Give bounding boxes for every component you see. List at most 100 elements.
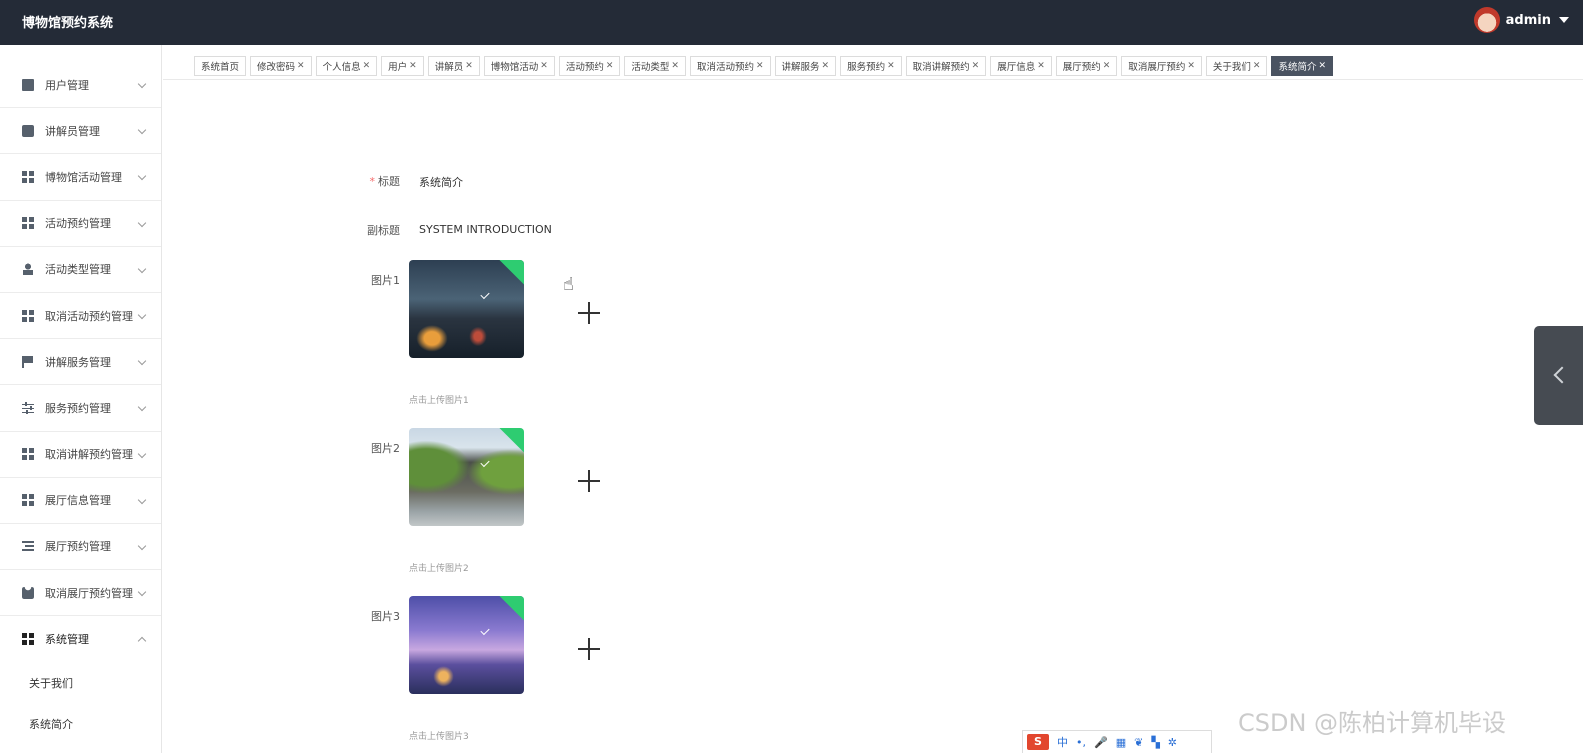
ime-toolbar[interactable]: S 中 •, 🎤 ▦ ❦ ▚ ✲ xyxy=(1022,730,1212,753)
picture3-upload-plus-button[interactable] xyxy=(578,638,600,660)
close-icon[interactable]: ✕ xyxy=(540,61,548,71)
tab-label: 取消展厅预约 xyxy=(1128,62,1186,73)
close-icon[interactable]: ✕ xyxy=(297,61,305,71)
tab-guide-service[interactable]: 讲解服务 ✕ xyxy=(774,56,837,76)
close-icon[interactable]: ✕ xyxy=(1253,61,1261,71)
system-intro-form: * 标题 系统简介 副标题 SYSTEM INTRODUCTION 图片1 点击上… xyxy=(163,80,1533,753)
clipboard-icon xyxy=(22,78,34,91)
sidebar-item-label: 活动类型管理 xyxy=(45,263,111,277)
tab-label: 系统首页 xyxy=(201,62,240,73)
sidebar-subitem-about-us[interactable]: 关于我们 xyxy=(0,662,161,703)
sidebar-item-museum-activity[interactable]: 博物馆活动管理 xyxy=(0,154,161,201)
close-icon[interactable]: ✕ xyxy=(1037,61,1045,71)
settings-icon[interactable]: ✲ xyxy=(1168,736,1177,749)
person-icon xyxy=(22,263,34,276)
ime-mode-label[interactable]: 中 xyxy=(1057,734,1068,750)
subtitle-field[interactable]: SYSTEM INTRODUCTION xyxy=(419,223,552,236)
avatar[interactable] xyxy=(1473,7,1500,33)
picture3-thumbnail[interactable] xyxy=(409,596,524,694)
sidebar-item-label: 用户管理 xyxy=(45,78,89,92)
close-icon[interactable]: ✕ xyxy=(822,61,830,71)
tab-system-intro[interactable]: 系统简介 ✕ xyxy=(1271,56,1334,76)
picture2-upload-plus-button[interactable] xyxy=(578,470,600,492)
tab-activity-booking[interactable]: 活动预约 ✕ xyxy=(558,56,621,76)
chevron-down-icon xyxy=(137,218,147,227)
sidebar-item-hall-booking[interactable]: 展厅预约管理 xyxy=(0,524,161,571)
upload-success-badge xyxy=(496,596,524,621)
keyboard-icon[interactable]: ▦ xyxy=(1116,736,1126,749)
close-icon[interactable]: ✕ xyxy=(363,61,371,71)
close-icon[interactable]: ✕ xyxy=(671,61,679,71)
tab-label: 取消讲解预约 xyxy=(912,62,970,73)
top-navbar: 博物馆预约系统 admin xyxy=(0,0,1583,45)
username[interactable]: admin xyxy=(1506,13,1551,28)
grid-icon xyxy=(22,170,34,183)
tab-profile[interactable]: 个人信息 ✕ xyxy=(315,56,378,76)
side-panel-toggle[interactable] xyxy=(1534,326,1583,425)
grid-icon xyxy=(22,309,34,322)
tab-guide[interactable]: 讲解员 ✕ xyxy=(427,56,480,76)
close-icon[interactable]: ✕ xyxy=(606,61,614,71)
picture2-label: 图片2 xyxy=(371,442,400,455)
app-title: 博物馆预约系统 xyxy=(22,16,114,31)
close-icon[interactable]: ✕ xyxy=(756,61,764,71)
picture2-thumbnail[interactable] xyxy=(409,428,524,526)
picture1-upload-plus-button[interactable] xyxy=(578,302,600,324)
tab-service-booking[interactable]: 服务预约 ✕ xyxy=(840,56,902,76)
close-icon[interactable]: ✕ xyxy=(465,61,473,71)
tab-user[interactable]: 用户 ✕ xyxy=(381,56,424,76)
tab-hall-booking[interactable]: 展厅预约 ✕ xyxy=(1055,56,1118,76)
sidebar-item-service-booking[interactable]: 服务预约管理 xyxy=(0,385,161,432)
user-menu[interactable]: admin xyxy=(1473,7,1569,33)
sidebar-item-user-management[interactable]: 用户管理 xyxy=(0,62,161,109)
close-icon[interactable]: ✕ xyxy=(1103,61,1111,71)
sidebar-item-guide-management[interactable]: 讲解员管理 xyxy=(0,108,161,155)
sidebar-item-label: 展厅预约管理 xyxy=(45,540,111,554)
close-icon[interactable]: ✕ xyxy=(409,61,417,71)
tab-home[interactable]: 系统首页 xyxy=(194,56,247,76)
tab-cancel-activity-booking[interactable]: 取消活动预约 ✕ xyxy=(689,56,771,76)
ime-punct-icon[interactable]: •, xyxy=(1076,736,1086,749)
upload-success-badge xyxy=(496,428,524,453)
tab-cancel-guide-booking[interactable]: 取消讲解预约 ✕ xyxy=(905,56,987,76)
sidebar-item-cancel-guide-booking[interactable]: 取消讲解预约管理 xyxy=(0,432,161,478)
chevron-down-icon xyxy=(137,403,147,412)
close-icon[interactable]: ✕ xyxy=(1187,61,1195,71)
upload-success-badge xyxy=(496,260,524,285)
apps-icon[interactable]: ▚ xyxy=(1151,736,1159,749)
list-icon xyxy=(22,540,34,553)
chevron-down-icon xyxy=(137,125,147,135)
tab-activity-type[interactable]: 活动类型 ✕ xyxy=(624,56,686,76)
chevron-up-icon xyxy=(137,637,147,646)
tab-label: 服务预约 xyxy=(847,62,886,73)
sidebar-item-guide-service[interactable]: 讲解服务管理 xyxy=(0,339,161,386)
tab-cancel-hall-booking[interactable]: 取消展厅预约 ✕ xyxy=(1121,56,1202,76)
chevron-down-icon xyxy=(137,264,147,273)
tab-museum-activity[interactable]: 博物馆活动 ✕ xyxy=(483,56,555,76)
tab-about-us[interactable]: 关于我们 ✕ xyxy=(1205,56,1268,76)
close-icon[interactable]: ✕ xyxy=(887,61,895,71)
sidebar-item-cancel-hall-booking[interactable]: 取消展厅预约管理 xyxy=(0,570,161,617)
tab-hall-info[interactable]: 展厅信息 ✕ xyxy=(990,56,1052,76)
sidebar-item-cancel-activity-booking[interactable]: 取消活动预约管理 xyxy=(0,293,161,340)
chevron-down-icon xyxy=(137,587,147,597)
skin-icon[interactable]: ❦ xyxy=(1134,736,1143,749)
picture1-thumbnail[interactable] xyxy=(409,260,524,358)
subtitle-label: 副标题 xyxy=(367,224,400,237)
grid-icon xyxy=(22,494,34,507)
sidebar-item-label: 取消讲解预约管理 xyxy=(45,448,133,462)
sidebar-subitem-system-intro[interactable]: 系统简介 xyxy=(0,703,161,744)
tab-label: 讲解员 xyxy=(434,62,464,73)
chevron-down-icon xyxy=(137,449,147,458)
sidebar-item-activity-booking[interactable]: 活动预约管理 xyxy=(0,201,161,247)
tab-change-password[interactable]: 修改密码 ✕ xyxy=(250,56,312,76)
microphone-icon[interactable]: 🎤 xyxy=(1094,736,1108,749)
title-field[interactable]: 系统简介 xyxy=(419,174,463,190)
sidebar-item-activity-type[interactable]: 活动类型管理 xyxy=(0,247,161,293)
sidebar-item-system-management[interactable]: 系统管理 xyxy=(0,616,161,662)
hand-cursor-icon: ☝ xyxy=(563,274,574,295)
caret-down-icon[interactable] xyxy=(1559,17,1569,23)
sidebar-item-hall-info[interactable]: 展厅信息管理 xyxy=(0,478,161,524)
close-icon[interactable]: ✕ xyxy=(1318,61,1326,71)
close-icon[interactable]: ✕ xyxy=(972,61,980,71)
